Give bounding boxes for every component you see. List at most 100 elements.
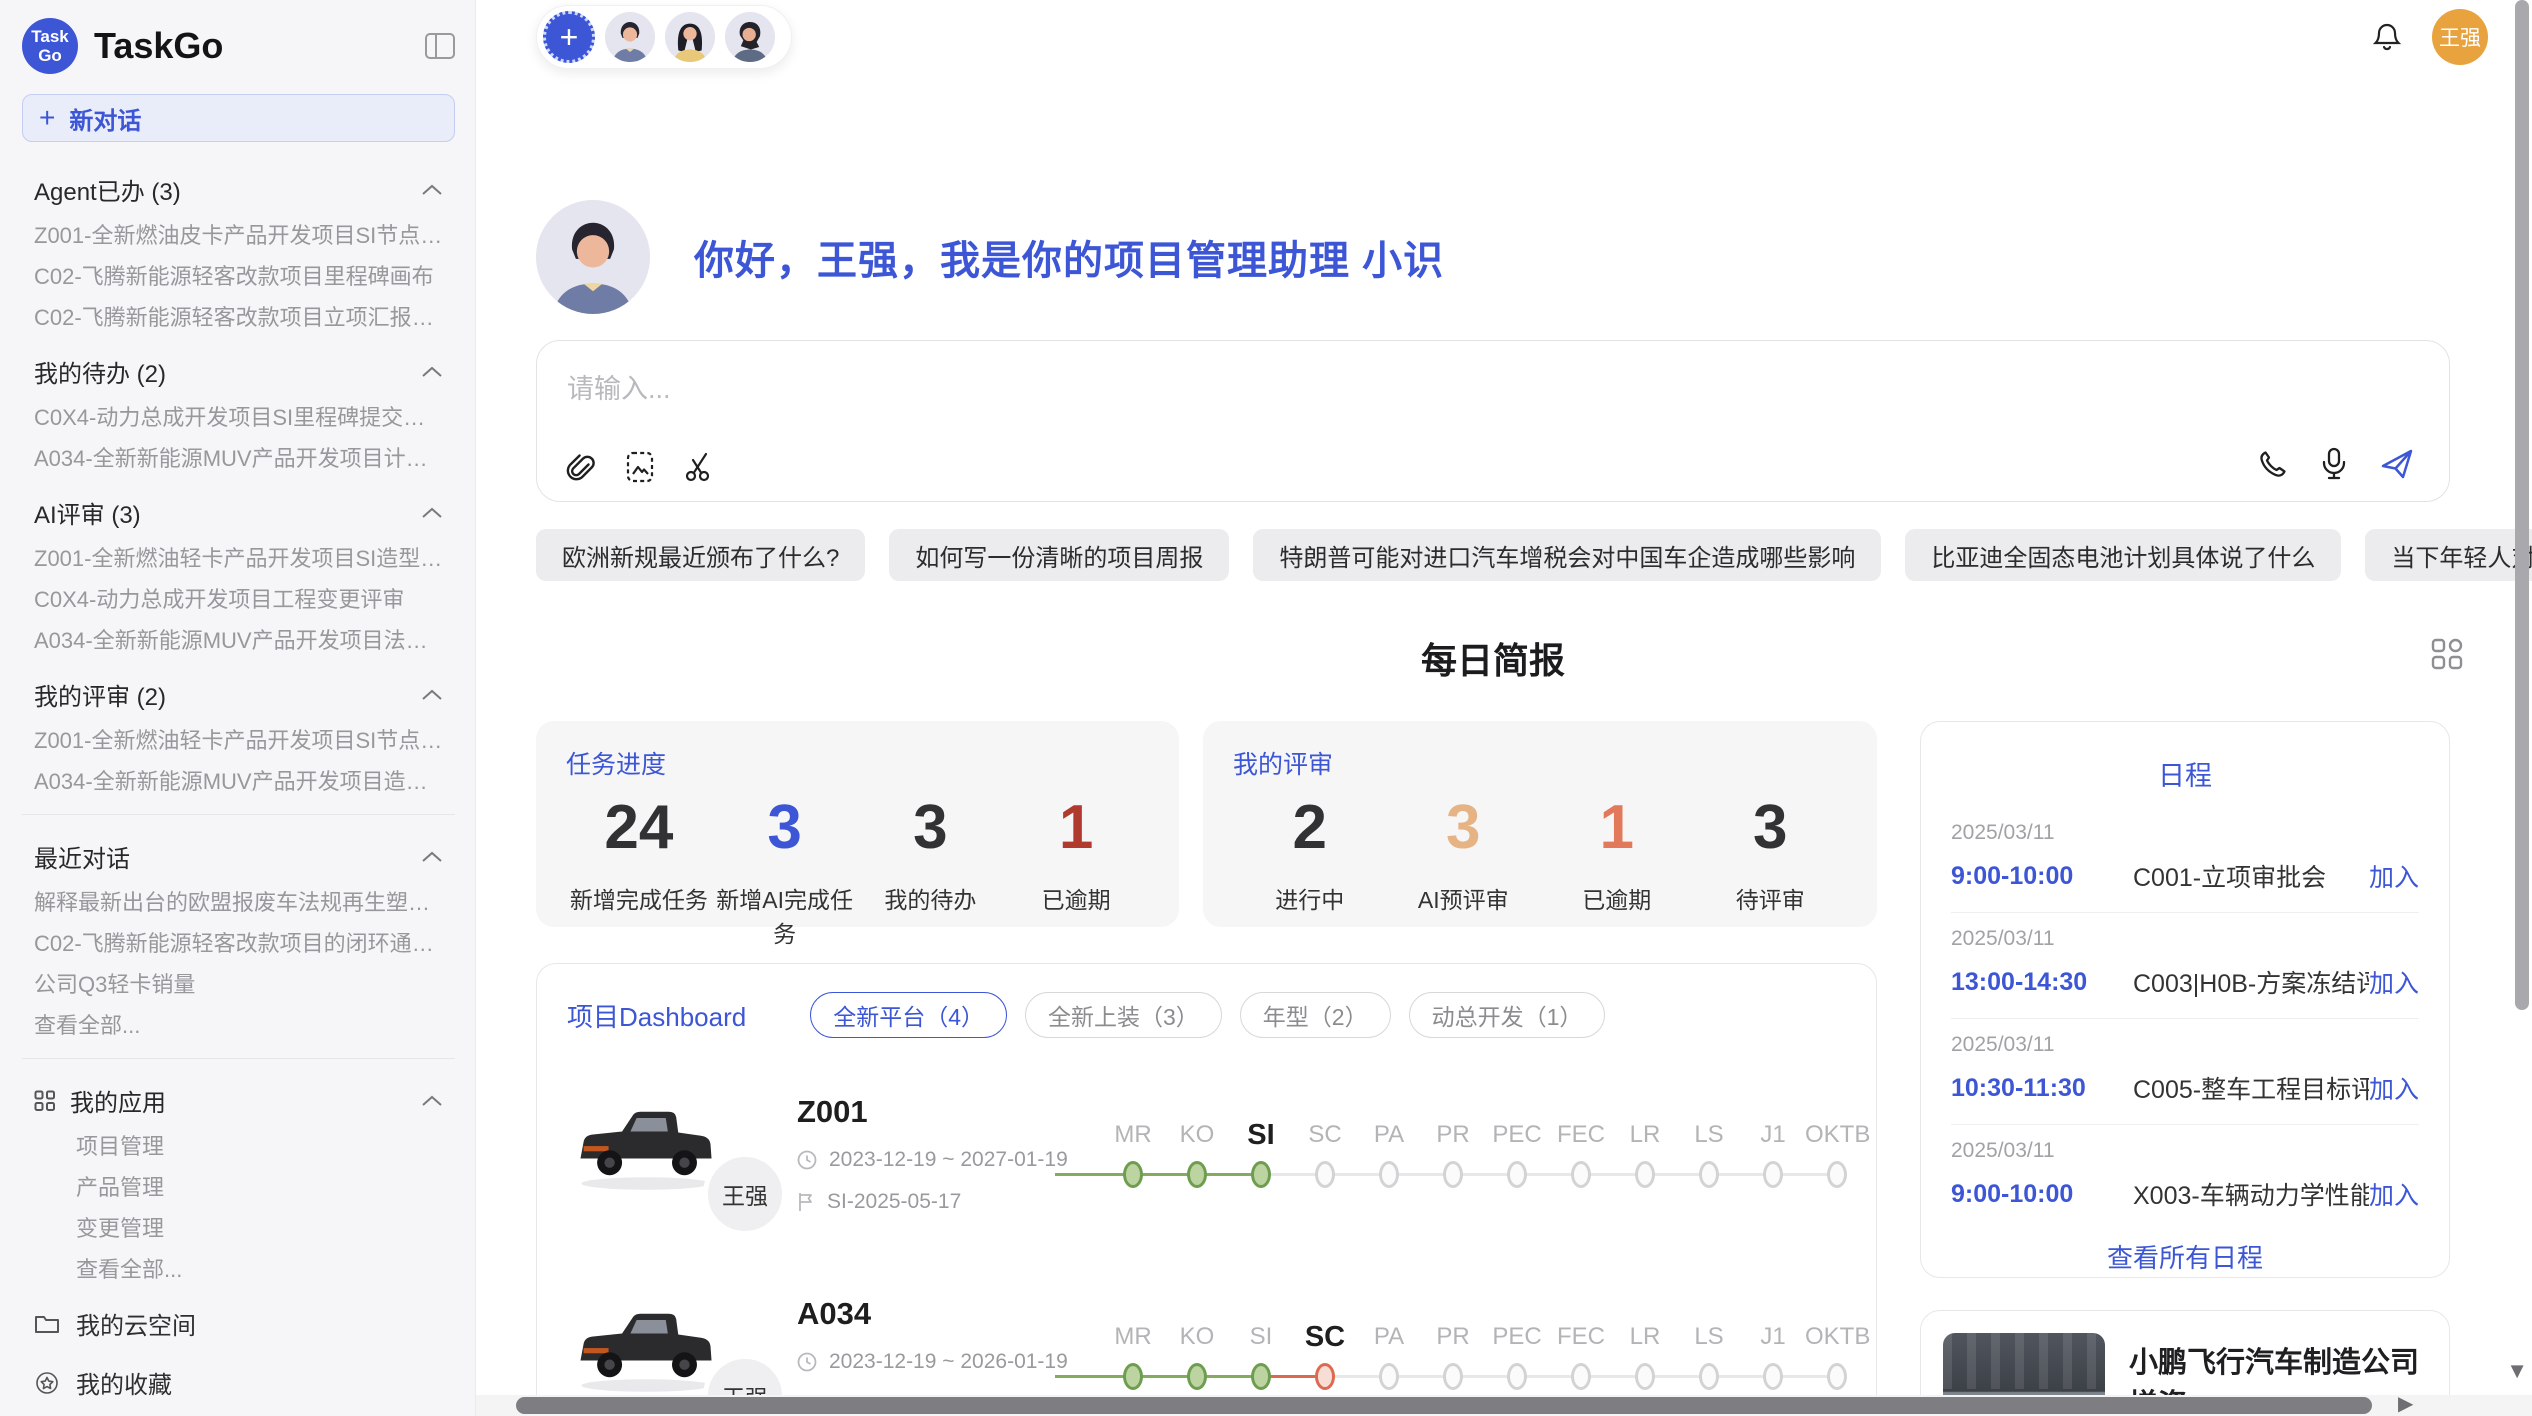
sidebar-list-item[interactable]: 项目管理 xyxy=(22,1134,455,1159)
milestone-label: SI xyxy=(1229,1114,1293,1156)
sidebar-section-header[interactable]: 我的待办 (2) xyxy=(22,354,455,389)
chevron-up-icon xyxy=(421,850,443,864)
member-avatar[interactable] xyxy=(665,12,715,62)
milestone-dot xyxy=(1315,1161,1335,1188)
vertical-scrollbar[interactable] xyxy=(2515,0,2529,1010)
suggestion-chip[interactable]: 如何写一份清晰的项目周报 xyxy=(889,529,1229,581)
milestone-dot-row xyxy=(1805,1360,1869,1396)
dashboard-filter[interactable]: 全新平台（4） xyxy=(810,992,1007,1038)
scroll-down-arrow-icon[interactable]: ▼ xyxy=(2506,1358,2528,1384)
scroll-right-arrow-icon[interactable]: ▶ xyxy=(2398,1391,2413,1416)
sidebar-list-item[interactable]: 解释最新出台的欧盟报废车法规再生塑料比例被调至15%... xyxy=(22,890,455,915)
briefing-columns: 任务进度 24新增完成任务3新增AI完成任务3我的待办1已逾期 我的评审 2进行… xyxy=(536,721,2450,1416)
suggestion-chip[interactable]: 特朗普可能对进口汽车增税会对中国车企造成哪些影响 xyxy=(1253,529,1881,581)
bell-icon[interactable] xyxy=(2372,21,2402,53)
image-icon[interactable] xyxy=(625,451,655,483)
sidebar-list-item[interactable]: 查看全部... xyxy=(22,1257,455,1282)
schedule-date: 2025/03/11 xyxy=(1951,821,2419,845)
schedule-time: 10:30-11:30 xyxy=(1951,1074,2109,1103)
suggestion-chip[interactable]: 欧洲新规最近颁布了什么? xyxy=(536,529,865,581)
project-list: 王强Z0012023-12-19 ~ 2027-01-19SI-2025-05-… xyxy=(567,1068,1846,1416)
view-all-schedule-link[interactable]: 查看所有日程 xyxy=(1951,1238,2419,1275)
milestone-dot-row xyxy=(1805,1158,1869,1194)
join-link[interactable]: 加入 xyxy=(2369,1070,2419,1106)
sidebar-list-item[interactable]: C02-飞腾新能源轻客改款项目里程碑画布 xyxy=(22,264,455,289)
stat-value: 3 xyxy=(1694,789,1848,867)
sidebar-section-header[interactable]: 最近对话 xyxy=(22,839,455,874)
sidebar-list-item[interactable]: C02-飞腾新能源轻客改款项目立项汇报方案 xyxy=(22,305,455,330)
milestone-label: PEC xyxy=(1485,1316,1549,1358)
suggestion-chip[interactable]: 比亚迪全固态电池计划具体说了什么 xyxy=(1905,529,2341,581)
sidebar-section-header[interactable]: Agent已办 (3) xyxy=(22,172,455,207)
project-dates-text: 2023-12-19 ~ 2026-01-19 xyxy=(829,1350,1068,1374)
milestone-dot-row xyxy=(1485,1360,1549,1396)
sidebar-list-item[interactable]: C0X4-动力总成开发项目工程变更评审 xyxy=(22,587,455,612)
app-logo: Task Go xyxy=(22,18,78,74)
stat: 3AI预评审 xyxy=(1387,789,1541,915)
milestone-dot xyxy=(1379,1363,1399,1390)
sidebar-list-item[interactable]: A034-全新新能源MUV产品开发项目法规符合性评审 xyxy=(22,628,455,653)
sidebar-list-item[interactable]: 查看全部... xyxy=(22,1013,455,1038)
milestone-fec: FEC xyxy=(1549,1114,1613,1194)
project-row[interactable]: 王强Z0012023-12-19 ~ 2027-01-19SI-2025-05-… xyxy=(567,1068,1846,1240)
milestone-fec: FEC xyxy=(1549,1316,1613,1396)
milestone-label: KO xyxy=(1165,1316,1229,1358)
sidebar-list-item[interactable]: A034-全新新能源MUV产品开发项目计划变更表编写 xyxy=(22,446,455,471)
stat: 1已逾期 xyxy=(1540,789,1694,915)
new-chat-button[interactable]: + 新对话 xyxy=(22,94,455,142)
sidebar-groups: Agent已办 (3) Z001-全新燃油皮卡产品开发项目SI节点Lesson L… xyxy=(22,148,455,1416)
layout-grid-icon[interactable] xyxy=(2430,637,2464,671)
sidebar-divider xyxy=(22,814,455,815)
schedule-item: 2025/03/119:00-10:00X003-车辆动力学性能验...加入 xyxy=(1951,1125,2419,1230)
sidebar-section-header[interactable]: AI评审 (3) xyxy=(22,495,455,530)
sidebar-list-item[interactable]: C02-飞腾新能源轻客改款项目的闭环通告反馈情况 xyxy=(22,931,455,956)
mic-icon[interactable] xyxy=(2321,447,2347,481)
member-avatar[interactable] xyxy=(605,12,655,62)
milestone-oktb: OKTB xyxy=(1805,1316,1869,1396)
milestone-j1: J1 xyxy=(1741,1316,1805,1396)
sidebar-list-item[interactable]: A034-全新新能源MUV产品开发项目造型可行性评审 xyxy=(22,769,455,794)
milestone-label: FEC xyxy=(1549,1316,1613,1358)
milestone-label: PR xyxy=(1421,1114,1485,1156)
horizontal-scrollbar[interactable] xyxy=(516,1397,2372,1414)
milestone-sc: SC xyxy=(1293,1316,1357,1396)
add-member-button[interactable]: + xyxy=(543,11,595,63)
join-link[interactable]: 加入 xyxy=(2369,1176,2419,1212)
sidebar-list-item[interactable]: 产品管理 xyxy=(22,1175,455,1200)
member-avatar[interactable] xyxy=(725,12,775,62)
dashboard-filter[interactable]: 全新上装（3） xyxy=(1025,992,1222,1038)
sidebar-list-item[interactable]: Z001-全新燃油皮卡产品开发项目SI节点Lesson Learn报告 xyxy=(22,223,455,248)
dashboard-filter[interactable]: 年型（2） xyxy=(1240,992,1391,1038)
chat-input-card xyxy=(536,340,2450,502)
milestone-label: PR xyxy=(1421,1316,1485,1358)
sidebar-item[interactable]: 我的云空间 xyxy=(22,1306,455,1341)
sidebar-section-header[interactable]: 我的评审 (2) xyxy=(22,677,455,712)
sidebar-item[interactable]: 我的收藏 xyxy=(22,1365,455,1400)
join-link[interactable]: 加入 xyxy=(2369,858,2419,894)
milestone-dot xyxy=(1763,1161,1783,1188)
milestone-dot xyxy=(1571,1161,1591,1188)
user-avatar[interactable]: 王强 xyxy=(2432,9,2488,65)
phone-icon[interactable] xyxy=(2257,448,2289,480)
sidebar-list-item[interactable]: Z001-全新燃油轻卡产品开发项目SI造型提交物评审 xyxy=(22,546,455,571)
dashboard-filter[interactable]: 动总开发（1） xyxy=(1409,992,1606,1038)
collapse-sidebar-icon[interactable] xyxy=(425,33,455,59)
schedule-time: 13:00-14:30 xyxy=(1951,968,2109,997)
schedule-time: 9:00-10:00 xyxy=(1951,862,2109,891)
sidebar-list-item[interactable]: C0X4-动力总成开发项目SI里程碑提交物检查 xyxy=(22,405,455,430)
milestone-dot-row xyxy=(1293,1360,1357,1396)
send-icon[interactable] xyxy=(2379,447,2415,481)
milestone-label: PA xyxy=(1357,1316,1421,1358)
sidebar-list-item[interactable]: Z001-全新燃油轻卡产品开发项目SI节点属性5D文件评审 xyxy=(22,728,455,753)
milestone-dot xyxy=(1123,1363,1143,1390)
sidebar-list-item[interactable]: 公司Q3轻卡销量 xyxy=(22,972,455,997)
sidebar-section-title: 我的评审 (2) xyxy=(34,677,166,712)
suggestion-chip[interactable]: 当下年轻人对汽车外观有怎样的喜好趋势 xyxy=(2365,529,2532,581)
attachment-icon[interactable] xyxy=(565,451,597,483)
chat-input[interactable] xyxy=(565,365,2147,425)
join-link[interactable]: 加入 xyxy=(2369,964,2419,1000)
star-icon xyxy=(34,1371,60,1395)
sidebar-section-header[interactable]: 我的应用 xyxy=(22,1083,455,1118)
sidebar-list-item[interactable]: 变更管理 xyxy=(22,1216,455,1241)
scissors-icon[interactable] xyxy=(683,451,715,483)
